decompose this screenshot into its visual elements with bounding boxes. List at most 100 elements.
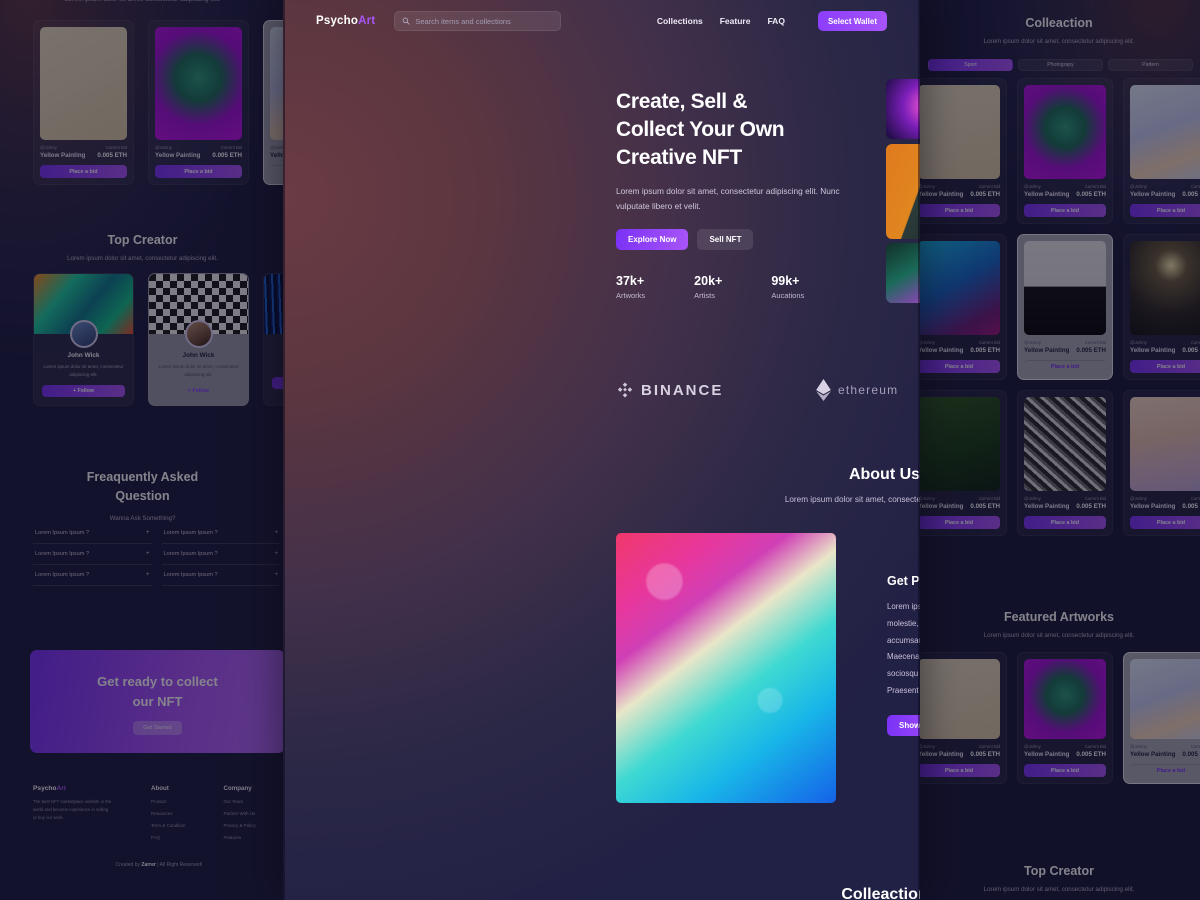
nft-artwork-image <box>1130 241 1200 335</box>
footer-link[interactable]: Privacy & Policy <box>224 823 256 828</box>
nft-card[interactable]: @Johny Yellow Painting Current Bid 0.005 ET… <box>1017 234 1113 380</box>
nft-price: 0.005 ETH <box>970 503 1000 510</box>
footer-link[interactable]: Partner With Us <box>224 811 256 816</box>
faq-item[interactable]: Lorem Ipsum Ipsum ? + <box>161 544 280 565</box>
place-bid-button[interactable]: Place a bid <box>1024 516 1106 529</box>
nft-artwork-image <box>40 27 127 140</box>
nav-link-faq[interactable]: FAQ <box>767 16 784 26</box>
faq-item[interactable]: Lorem Ipsum Ipsum ? + <box>161 523 280 544</box>
nft-card[interactable]: @Johny Yellow Painting Current Bid 0.005 ET… <box>1017 390 1113 536</box>
nft-card[interactable]: @Johny Yellow Painting Current Bid 0.005 ET… <box>1017 652 1113 784</box>
left-creator-row: John Wick Lorem ipsum dolor sit amet, co… <box>33 273 285 406</box>
hero-image-neon-face[interactable] <box>886 79 920 139</box>
nft-artwork-image <box>1130 397 1200 491</box>
faq-item[interactable]: Lorem Ipsum Ipsum ? + <box>33 565 152 586</box>
nft-card[interactable]: @Johny Yellow Painting Current Bid 0.005 ET… <box>1123 390 1200 536</box>
select-wallet-button[interactable]: Select Wallet <box>817 11 887 31</box>
cta-line2: our NFT <box>132 693 183 709</box>
creator-banner <box>264 274 285 334</box>
section-title: Top Creator <box>107 233 178 247</box>
filter-tab-sport[interactable]: Sport <box>928 59 1013 71</box>
nft-card[interactable]: @Johny Yellow Painting Current Bid 0.005 ET… <box>1123 78 1200 224</box>
faq-question: Lorem Ipsum Ipsum ? <box>163 551 218 557</box>
faq-item[interactable]: Lorem Ipsum Ipsum ? + <box>33 523 152 544</box>
nft-owner: @Johny <box>1130 184 1147 189</box>
nft-card[interactable]: @Johny Yellow Painting Current Bid 0.005 ET… <box>918 652 1007 784</box>
nft-card[interactable]: @Johny Yellow Painting Current Bid 0.005 ET… <box>1123 234 1200 380</box>
creator-banner <box>149 274 248 348</box>
nft-card[interactable]: @Johny Yellow Painting Current Bid 0.005 ET… <box>918 390 1007 536</box>
nft-artwork-image <box>918 659 1000 739</box>
footer-link[interactable]: Features <box>224 835 256 840</box>
nft-artwork-image <box>918 397 1000 491</box>
search-input[interactable] <box>415 16 554 26</box>
place-bid-button[interactable]: Place a bid <box>1024 204 1106 217</box>
featured-grid: @Johny Yellow Painting Current Bid 0.005 ET… <box>918 652 1200 784</box>
hero-image-camera-book[interactable] <box>886 243 920 303</box>
follow-button[interactable]: + Follow <box>157 385 240 397</box>
footer: PsychoArt The best NFT marketplace websi… <box>33 785 285 868</box>
nft-card[interactable]: @Johny Yellow Painting Current Bid 0.005 ET… <box>1123 652 1200 784</box>
about-body-title: Get Popular NFT <box>887 574 920 588</box>
nav-link-collections[interactable]: Collections <box>657 16 703 26</box>
design-canvas: Lorem ipsum dolor sit amet, consectetur … <box>0 0 1200 900</box>
nft-price: 0.005 ETH <box>970 191 1000 198</box>
stat-label: Artists <box>694 291 716 301</box>
footer-link[interactable]: Term & Condition <box>151 823 186 828</box>
place-bid-button[interactable]: Place a bid <box>155 165 242 178</box>
explore-now-button[interactable]: Explore Now <box>616 229 689 251</box>
search-box[interactable] <box>394 11 562 31</box>
follow-button[interactable]: + Follow <box>42 384 125 397</box>
footer-link[interactable]: Product <box>151 799 186 804</box>
avatar <box>69 320 98 348</box>
footer-col-company: Company Our Team Partner With Us Privacy… <box>224 785 256 840</box>
brand-binance: BINANCE <box>616 381 816 399</box>
place-bid-button[interactable]: Place a bid <box>1130 204 1200 217</box>
stat-artists: 20k+ Artists <box>694 274 722 300</box>
nft-card[interactable]: @Johny Yellow Painting Current Bid 0.005… <box>148 20 249 185</box>
place-bid-button[interactable]: Place a bid <box>40 165 127 178</box>
footer-link[interactable]: FAQ <box>151 835 186 840</box>
place-bid-button[interactable]: Place a bid <box>1130 360 1200 373</box>
get-started-button[interactable]: Get Started <box>133 721 182 735</box>
place-bid-button[interactable]: Place a bid <box>918 764 1000 777</box>
filter-tab-photograpy[interactable]: Photograpy <box>1018 59 1103 71</box>
nft-card[interactable]: @Johny Yellow Painting Current Bid 0.005 ET… <box>1017 78 1113 224</box>
left-top-creator-header: Top Creator Lorem ipsum dolor sit amet, … <box>0 233 285 264</box>
copyright-author: Zarrer <box>141 862 156 868</box>
creator-card[interactable]: John Wick Lorem ipsum dolor sit amet, co… <box>148 273 249 406</box>
footer-link[interactable]: Resources <box>151 811 186 816</box>
place-bid-button[interactable]: Place a bid <box>918 360 1000 373</box>
faq-question: Lorem Ipsum Ipsum ? <box>35 572 90 578</box>
nft-artwork-image <box>1024 397 1106 491</box>
nav-link-feature[interactable]: Feature <box>720 16 751 26</box>
nft-title: Yellow Painting <box>918 503 964 510</box>
show-more-button[interactable]: Show more <box>887 714 920 736</box>
nft-card[interactable]: @Johny Yellow Painting Current Bid 0.005… <box>33 20 134 185</box>
place-bid-button[interactable]: Place a bid <box>1130 764 1200 777</box>
place-bid-button[interactable]: Place a bid <box>1130 516 1200 529</box>
nft-bid-label: Current Bid <box>1084 184 1106 189</box>
place-bid-button[interactable]: Place a bid <box>1024 360 1106 373</box>
creator-card[interactable]: John Wick Lorem ipsum dolor sit amet + F… <box>263 273 285 406</box>
stat-aucations: 99k+ Aucations <box>771 274 804 300</box>
nft-card[interactable]: @Johny Yellow Painting Current Bid 0.005 ET… <box>918 234 1007 380</box>
nft-card[interactable]: @Johny Yellow Painting Current Bid 0.005… <box>263 20 285 185</box>
sell-nft-button[interactable]: Sell NFT <box>697 229 754 251</box>
brand-logo[interactable]: PsychoArt <box>316 15 375 27</box>
faq-item[interactable]: Lorem Ipsum Ipsum ? + <box>33 544 152 565</box>
place-bid-button[interactable]: Place a bid <box>1024 764 1106 777</box>
creator-card[interactable]: John Wick Lorem ipsum dolor sit amet, co… <box>33 273 134 406</box>
stat-label: Artworks <box>616 291 646 301</box>
nft-price: 0.005 ETH <box>212 152 242 159</box>
footer-link[interactable]: Our Team <box>224 799 256 804</box>
filter-tab-pattern[interactable]: Pattern <box>1108 59 1193 71</box>
cta-line1: Get ready to collect <box>97 674 218 689</box>
faq-item[interactable]: Lorem Ipsum Ipsum ? + <box>161 565 280 586</box>
nft-card[interactable]: @Johny Yellow Painting Current Bid 0.005 ET… <box>918 78 1007 224</box>
nft-price: 0.005 ETH <box>1076 191 1106 198</box>
hero-image-still-life[interactable] <box>886 144 920 239</box>
place-bid-button[interactable]: Place a bid <box>918 204 1000 217</box>
right-top-creator-header: Top Creator Lorem ipsum dolor sit amet, … <box>918 864 1200 895</box>
place-bid-button[interactable]: Place a bid <box>918 516 1000 529</box>
